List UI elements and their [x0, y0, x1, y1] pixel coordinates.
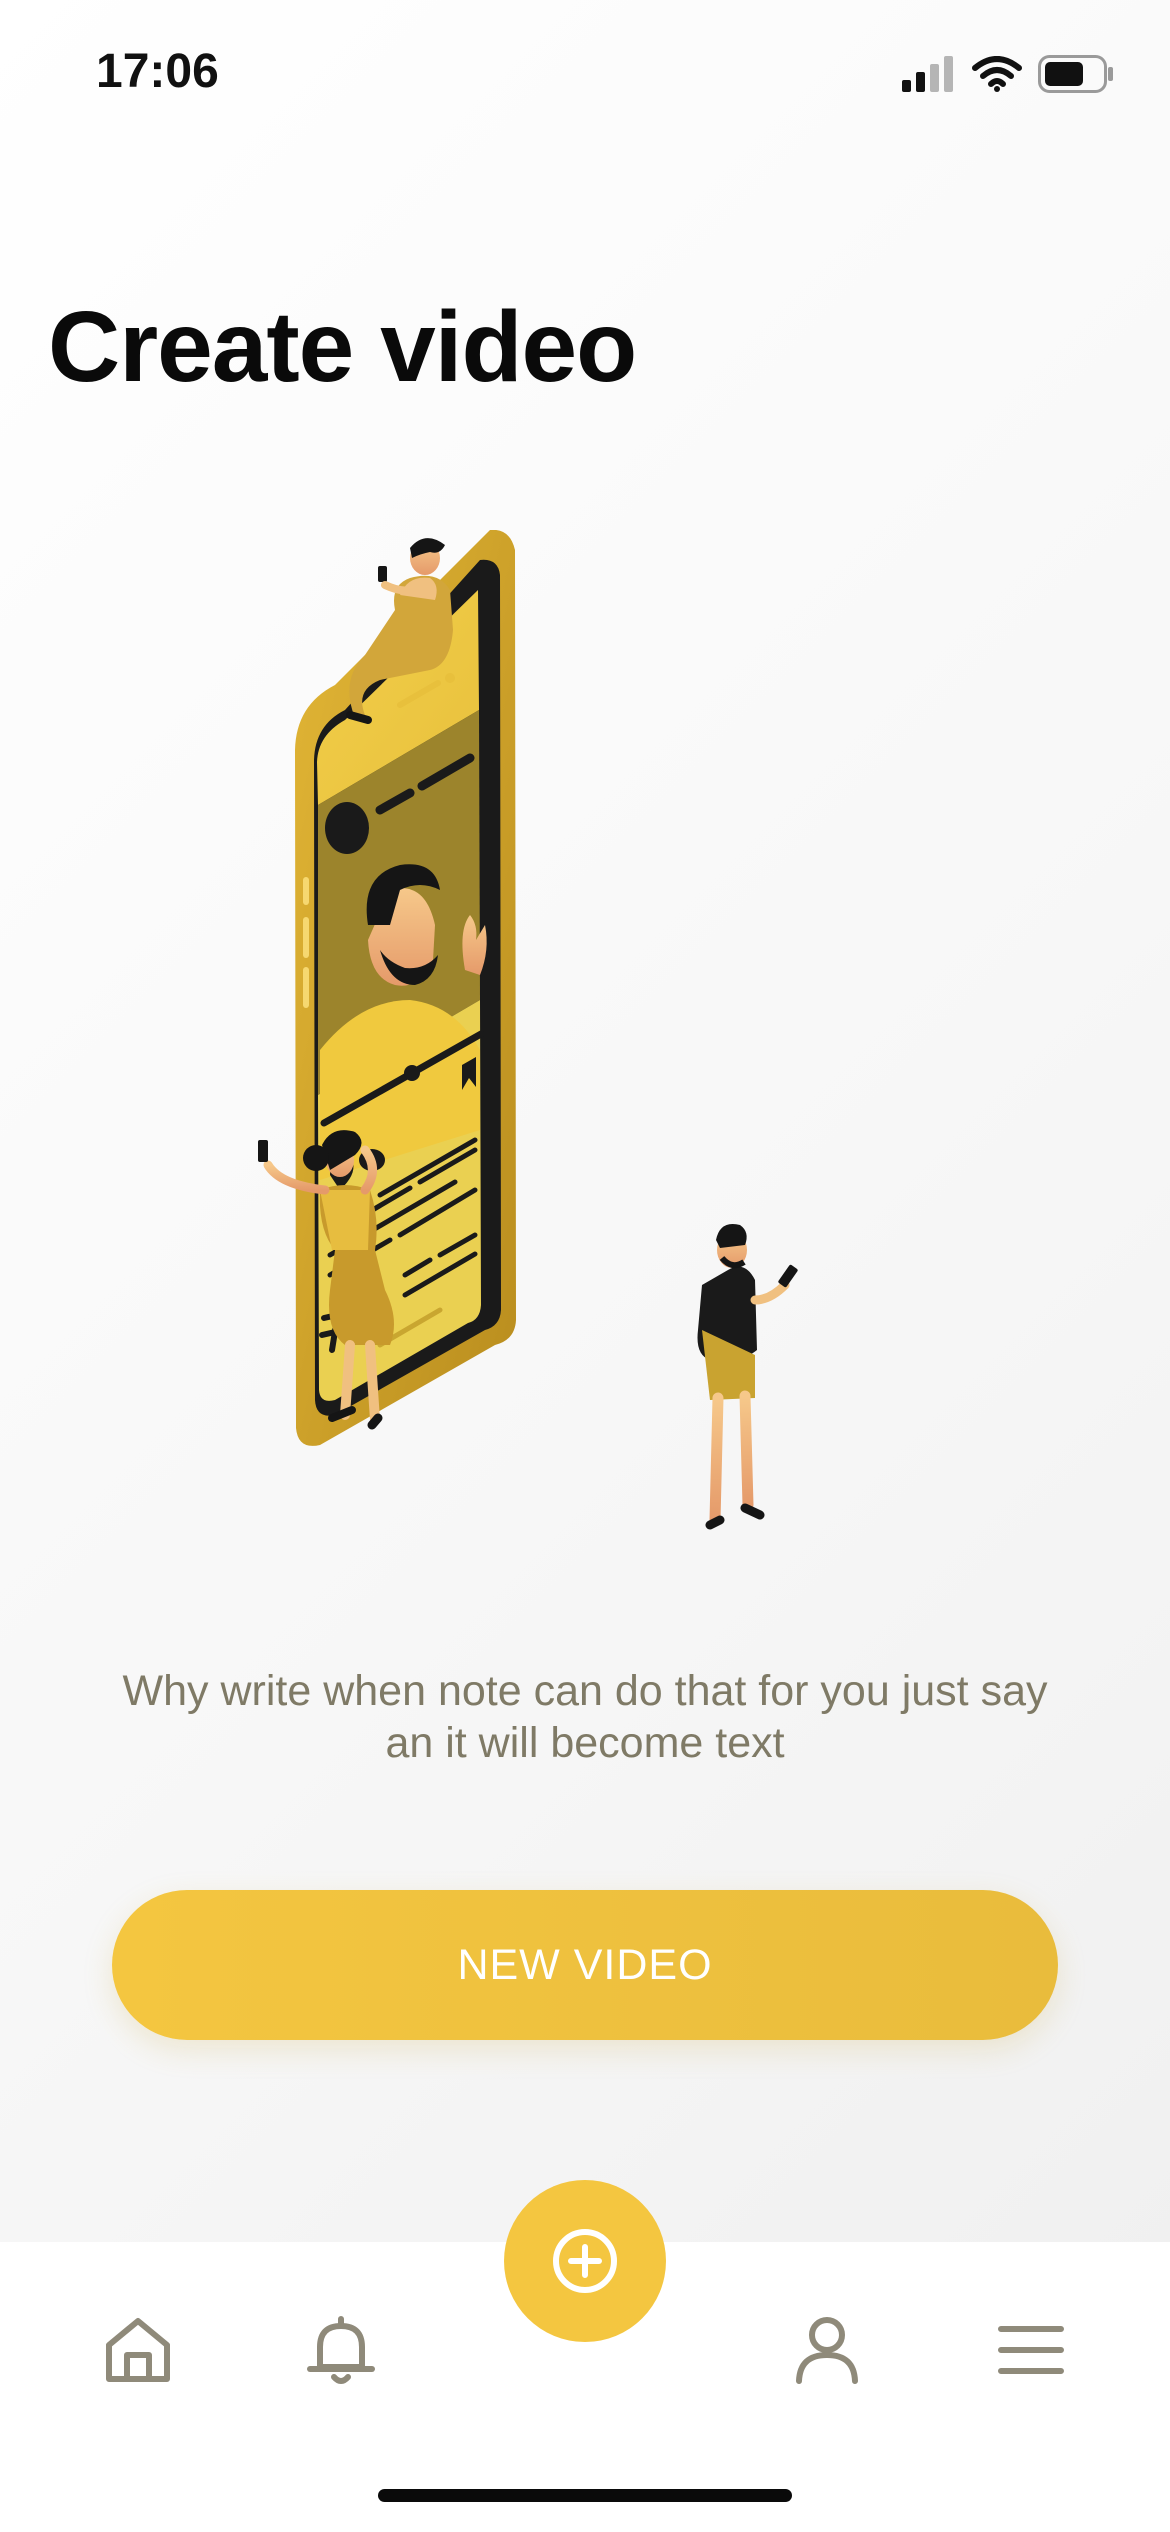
status-time: 17:06 — [96, 45, 219, 98]
wifi-icon — [972, 56, 1022, 92]
tab-menu[interactable] — [983, 2302, 1079, 2398]
plus-circle-icon — [553, 2229, 617, 2293]
menu-icon — [998, 2326, 1064, 2374]
hero-illustration — [258, 530, 798, 1530]
page-title: Create video — [48, 291, 637, 403]
status-icons — [902, 50, 1114, 98]
bell-icon — [307, 2316, 375, 2384]
subtitle-line-1: Why write when note can do that for you … — [122, 1667, 1048, 1715]
tab-home[interactable] — [90, 2302, 186, 2398]
page-subtitle: Why write when note can do that for you … — [80, 1665, 1090, 1769]
subtitle-line-2: an it will become text — [385, 1719, 785, 1767]
new-video-button[interactable]: NEW VIDEO — [112, 1890, 1058, 2040]
man-illustration — [697, 1224, 798, 1530]
signal-icon — [902, 56, 953, 92]
tab-profile[interactable] — [779, 2302, 875, 2398]
tab-notifications[interactable] — [293, 2302, 389, 2398]
status-bar: 17:06 — [0, 0, 1170, 150]
user-icon — [796, 2317, 858, 2384]
home-icon — [106, 2318, 170, 2382]
add-button[interactable] — [504, 2180, 666, 2342]
home-indicator — [378, 2489, 792, 2502]
battery-icon — [1038, 55, 1113, 93]
